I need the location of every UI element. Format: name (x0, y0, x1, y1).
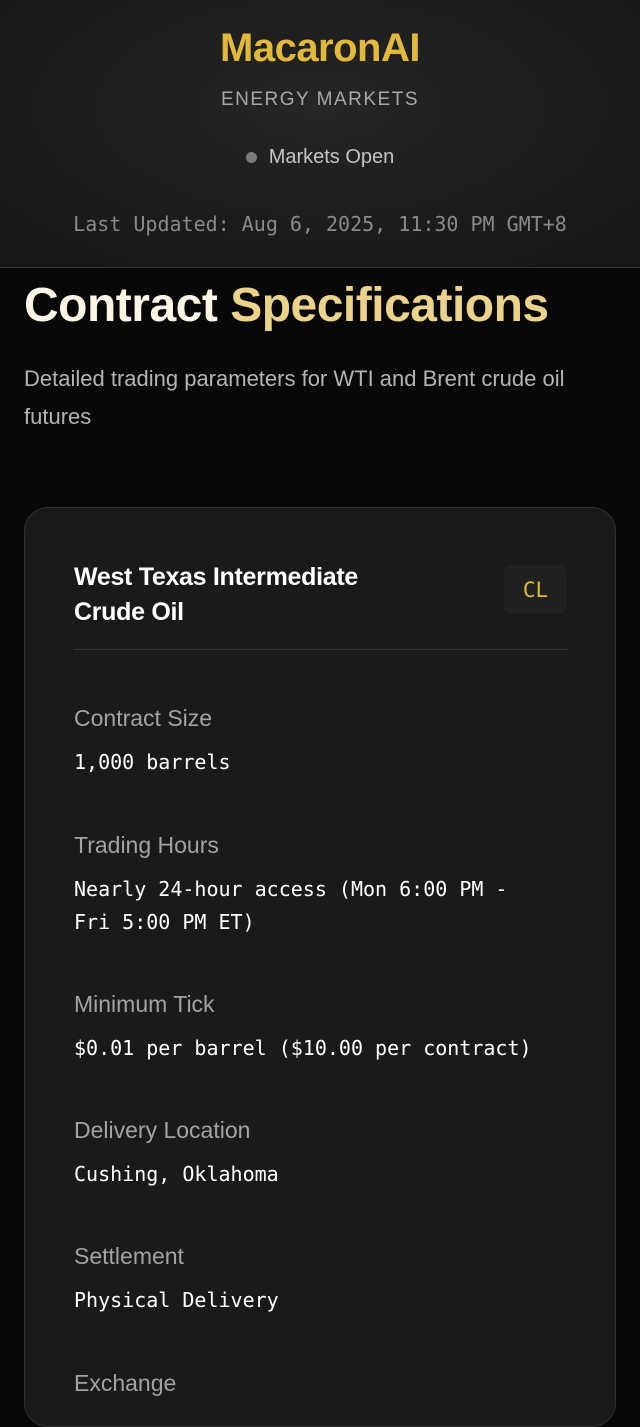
spec-label: Settlement (74, 1243, 184, 1269)
spec-trading-hours: Trading Hours Nearly 24-hour access (Mon… (74, 831, 574, 939)
card-title: West Texas Intermediate Crude Oil (74, 563, 358, 626)
spec-value: Cushing, Oklahoma (74, 1162, 279, 1186)
spec-value: Nearly 24-hour access (Mon 6:00 PM - Fri… (74, 877, 508, 934)
page-description: Detailed trading parameters for WTI and … (24, 366, 565, 429)
spec-label: Delivery Location (74, 1117, 251, 1143)
spec-minimum-tick: Minimum Tick $0.01 per barrel ($10.00 pe… (74, 990, 574, 1065)
page-title-part2: Specifications (230, 279, 549, 332)
market-status-label: Markets Open (268, 146, 395, 168)
spec-delivery-location: Delivery Location Cushing, Oklahoma (74, 1116, 574, 1191)
status-dot-icon (245, 152, 257, 163)
contract-card-wti: West Texas Intermediate Crude Oil CL Con… (24, 507, 616, 1427)
brand-logo[interactable]: MacaronAI (0, 26, 640, 71)
site-header: MacaronAI ENERGY MARKETS Markets Open La… (0, 0, 640, 268)
last-updated: Last Updated: Aug 6, 2025, 11:30 PM GMT+… (73, 212, 567, 236)
spec-label: Exchange (74, 1370, 177, 1396)
spec-exchange: Exchange (74, 1369, 574, 1411)
spec-label: Minimum Tick (74, 991, 215, 1017)
spec-value: Physical Delivery (74, 1288, 279, 1312)
spec-contract-size: Contract Size 1,000 barrels (74, 704, 574, 779)
page-title: Contract Specifications (24, 278, 549, 333)
spec-settlement: Settlement Physical Delivery (74, 1242, 574, 1317)
brand-subtitle: ENERGY MARKETS (220, 89, 420, 110)
spec-value: $0.01 per barrel ($10.00 per contract) (74, 1036, 532, 1060)
symbol-badge: CL (504, 565, 567, 614)
spec-label: Trading Hours (74, 832, 219, 858)
spec-value: 1,000 barrels (74, 750, 231, 774)
market-status: Markets Open (0, 146, 640, 169)
spec-label: Contract Size (74, 705, 213, 731)
page-title-part1: Contract (24, 279, 218, 332)
card-divider (74, 649, 568, 650)
